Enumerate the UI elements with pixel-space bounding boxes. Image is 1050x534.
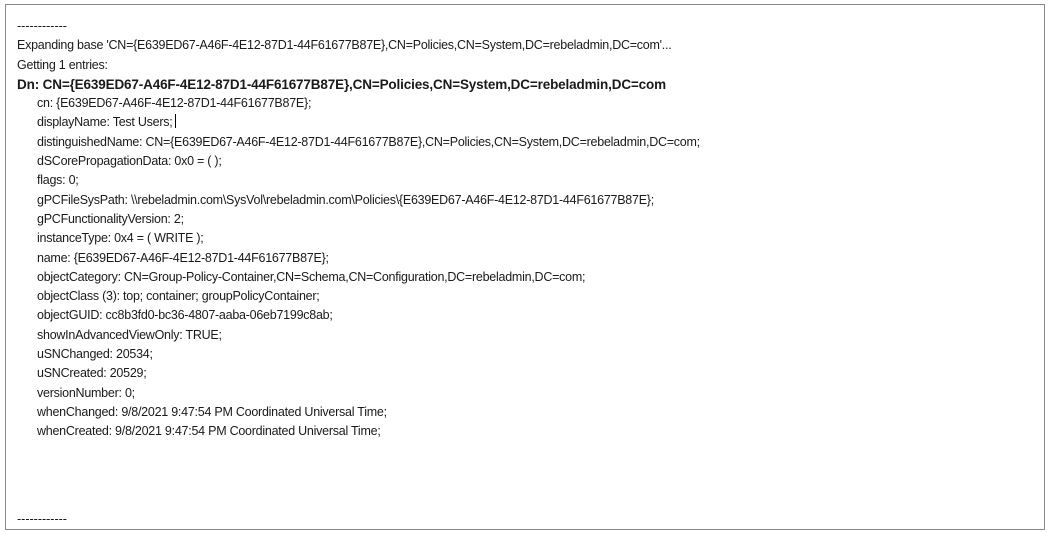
attribute-versionnumber: versionNumber: 0; bbox=[37, 385, 135, 400]
attribute-list: cn: {E639ED67-A46F-4E12-87D1-44F61677B87… bbox=[17, 94, 1036, 441]
attribute-flags: flags: 0; bbox=[37, 173, 79, 188]
attribute-showinadvancedviewonly: showInAdvancedViewOnly: TRUE; bbox=[37, 327, 222, 342]
attribute-dscorepropagationdata: dSCorePropagationData: 0x0 = ( ); bbox=[37, 154, 222, 169]
dn-line: Dn: CN={E639ED67-A46F-4E12-87D1-44F61677… bbox=[17, 76, 666, 92]
separator-bottom: ------------ bbox=[17, 512, 67, 526]
expanding-base-line: Expanding base 'CN={E639ED67-A46F-4E12-8… bbox=[17, 38, 672, 53]
attribute-distinguishedname: distinguishedName: CN={E639ED67-A46F-4E1… bbox=[37, 134, 700, 149]
attribute-instancetype: instanceType: 0x4 = ( WRITE ); bbox=[37, 231, 204, 246]
getting-entries-line: Getting 1 entries: bbox=[17, 57, 108, 72]
attribute-gpcfilesyspath: gPCFileSysPath: \\rebeladmin.com\SysVol\… bbox=[37, 192, 654, 207]
attribute-cn: cn: {E639ED67-A46F-4E12-87D1-44F61677B87… bbox=[37, 96, 312, 111]
text-cursor bbox=[174, 114, 176, 129]
attribute-name: name: {E639ED67-A46F-4E12-87D1-44F61677B… bbox=[37, 250, 329, 265]
ldp-output-text: ------------ Expanding base 'CN={E639ED6… bbox=[17, 17, 1036, 442]
attribute-objectcategory: objectCategory: CN=Group-Policy-Containe… bbox=[37, 269, 586, 284]
attribute-usnchanged: uSNChanged: 20534; bbox=[37, 347, 153, 362]
attribute-whenchanged: whenChanged: 9/8/2021 9:47:54 PM Coordin… bbox=[37, 404, 387, 419]
attribute-gpcfunctionalityversion: gPCFunctionalityVersion: 2; bbox=[37, 211, 184, 226]
attribute-displayname-text: displayName: Test Users; bbox=[37, 115, 173, 130]
ldp-output-pane[interactable]: ------------ Expanding base 'CN={E639ED6… bbox=[5, 4, 1045, 530]
attribute-usncreated: uSNCreated: 20529; bbox=[37, 366, 147, 381]
attribute-displayname: displayName: Test Users; bbox=[37, 113, 1036, 132]
attribute-whencreated: whenCreated: 9/8/2021 9:47:54 PM Coordin… bbox=[37, 424, 381, 439]
attribute-objectclass: objectClass (3): top; container; groupPo… bbox=[37, 289, 320, 304]
separator-top: ------------ bbox=[17, 19, 67, 33]
attribute-objectguid: objectGUID: cc8b3fd0-bc36-4807-aaba-06eb… bbox=[37, 308, 333, 323]
